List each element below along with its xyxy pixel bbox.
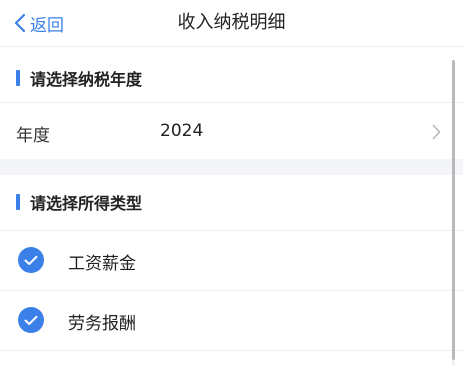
income-option-label: 劳务报酬 — [68, 314, 136, 334]
section-gap — [0, 159, 463, 175]
section-accent-bar — [16, 70, 20, 86]
income-type-section-title: 请选择所得类型 — [30, 194, 143, 213]
checkmark-icon — [24, 315, 38, 325]
income-option-row[interactable]: 工资薪金 — [0, 230, 463, 289]
section-accent-bar — [16, 194, 20, 210]
list-divider — [0, 350, 463, 366]
year-section-title: 请选择纳税年度 — [30, 70, 143, 89]
year-selector-row[interactable]: 年度 2024 — [0, 102, 463, 161]
income-option-row[interactable]: 劳务报酬 — [0, 290, 463, 349]
scrollbar-thumb[interactable] — [452, 60, 455, 360]
year-label: 年度 — [16, 126, 50, 146]
page-title: 收入纳税明细 — [177, 12, 286, 33]
checkbox-checked[interactable] — [18, 307, 44, 333]
income-option-label: 工资薪金 — [68, 254, 136, 274]
checkmark-icon — [24, 255, 38, 265]
income-tax-detail-page: 返回 收入纳税明细 请选择纳税年度 年度 2024 请选择所得类型 工资薪金 劳… — [0, 0, 463, 366]
navigation-bar: 返回 收入纳税明细 — [0, 0, 463, 47]
year-section-header: 请选择纳税年度 — [0, 54, 463, 102]
chevron-right-icon — [432, 124, 441, 140]
checkbox-checked[interactable] — [18, 247, 44, 273]
year-value: 2024 — [160, 121, 204, 141]
income-type-section-header: 请选择所得类型 — [0, 178, 463, 226]
